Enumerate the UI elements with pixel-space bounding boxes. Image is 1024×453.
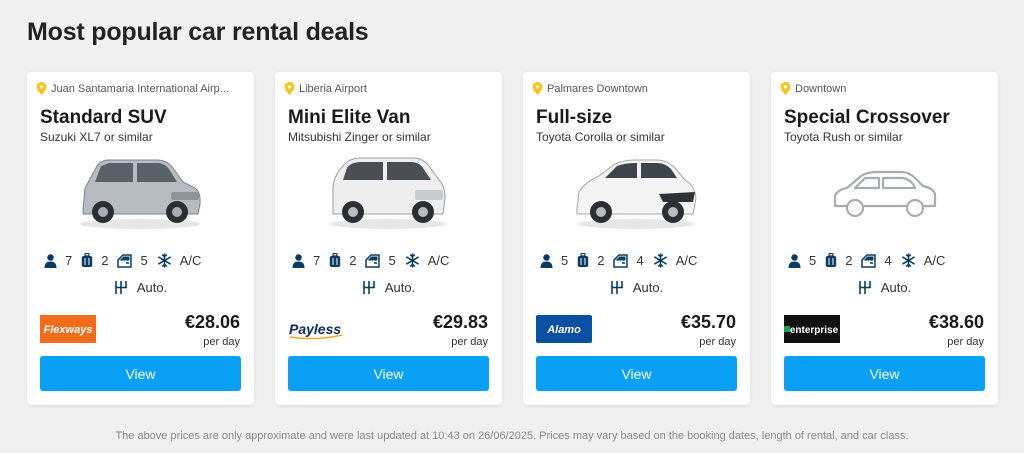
snowflake-icon xyxy=(901,253,915,268)
price-disclaimer: The above prices are only approximate an… xyxy=(115,430,909,442)
pickup-location: Downtown xyxy=(780,82,992,95)
pickup-location: Palmares Downtown xyxy=(532,82,744,95)
flexways-logo: Flexways xyxy=(40,315,96,343)
alamo-logo: Alamo xyxy=(536,315,592,343)
passenger-count: 7 xyxy=(65,253,73,268)
door-count: 5 xyxy=(140,253,148,268)
door-count: 4 xyxy=(636,253,644,268)
deal-card[interactable]: Downtown Special Crossover Toyota Rush o… xyxy=(771,72,998,405)
passenger-icon xyxy=(44,253,57,268)
bag-count: 2 xyxy=(349,253,357,268)
car-model: Mitsubishi Zinger or similar xyxy=(288,130,431,144)
door-icon xyxy=(365,253,381,268)
deal-card[interactable]: Juan Santamaria International Airp... St… xyxy=(27,72,254,405)
door-count: 5 xyxy=(388,253,396,268)
door-icon xyxy=(861,253,877,268)
view-button[interactable]: View xyxy=(536,356,737,391)
door-count: 4 xyxy=(884,253,892,268)
ac-label: A/C xyxy=(923,253,946,268)
svg-text:Alamo: Alamo xyxy=(546,324,581,336)
luggage-icon xyxy=(826,253,837,267)
car-category: Standard SUV xyxy=(40,107,167,128)
car-specs: 7 2 5 A/C xyxy=(44,253,210,268)
car-specs: 5 2 4 A/C xyxy=(540,253,706,268)
price-unit: per day xyxy=(699,336,736,348)
pickup-location: Juan Santamaria International Airp... xyxy=(36,82,248,95)
location-label: Juan Santamaria International Airp... xyxy=(51,82,229,95)
transmission-label: Auto. xyxy=(880,280,912,295)
svg-text:Flexways: Flexways xyxy=(44,324,93,336)
price-unit: per day xyxy=(451,336,488,348)
bag-count: 2 xyxy=(101,253,109,268)
svg-text:Payless: Payless xyxy=(289,321,341,337)
transmission: Auto. xyxy=(771,280,998,295)
white-van-photo xyxy=(330,157,446,229)
door-icon xyxy=(613,253,629,268)
view-button[interactable]: View xyxy=(288,356,489,391)
transmission-label: Auto. xyxy=(136,280,168,295)
passenger-icon xyxy=(540,253,553,268)
snowflake-icon xyxy=(405,253,419,268)
car-specs: 7 2 5 A/C xyxy=(292,253,458,268)
car-category: Full-size xyxy=(536,107,613,128)
gearshift-icon xyxy=(115,280,127,295)
passenger-icon xyxy=(292,253,305,268)
luggage-icon xyxy=(82,253,93,267)
snowflake-icon xyxy=(157,253,171,268)
view-button[interactable]: View xyxy=(784,356,985,391)
location-label: Palmares Downtown xyxy=(547,82,648,95)
gearshift-icon xyxy=(363,280,375,295)
car-model: Toyota Corolla or similar xyxy=(536,130,665,144)
ac-label: A/C xyxy=(675,253,698,268)
transmission: Auto. xyxy=(275,280,502,295)
location-pin-icon xyxy=(36,82,47,95)
luggage-icon xyxy=(578,253,589,267)
transmission: Auto. xyxy=(523,280,750,295)
white-hatchback-photo xyxy=(576,159,697,229)
car-outline-icon xyxy=(833,170,937,218)
deal-card[interactable]: Palmares Downtown Full-size Toyota Corol… xyxy=(523,72,750,405)
car-model: Suzuki XL7 or similar xyxy=(40,130,153,144)
enterprise-logo: enterprise xyxy=(784,315,840,343)
location-pin-icon xyxy=(284,82,295,95)
location-label: Downtown xyxy=(795,82,847,95)
view-button[interactable]: View xyxy=(40,356,241,391)
luggage-icon xyxy=(330,253,341,267)
gearshift-icon xyxy=(611,280,623,295)
gearshift-icon xyxy=(859,280,871,295)
door-icon xyxy=(117,253,133,268)
transmission-label: Auto. xyxy=(384,280,416,295)
passenger-icon xyxy=(788,253,801,268)
car-category: Mini Elite Van xyxy=(288,107,411,128)
price-amount: €29.83 xyxy=(432,312,488,332)
price-unit: per day xyxy=(947,336,984,348)
car-specs: 5 2 4 A/C xyxy=(788,253,954,268)
pickup-location: Liberia Airport xyxy=(284,82,496,95)
deal-card[interactable]: Liberia Airport Mini Elite Van Mitsubish… xyxy=(275,72,502,405)
silver-suv-photo xyxy=(80,159,201,229)
location-label: Liberia Airport xyxy=(299,82,367,95)
payless-logo: Payless xyxy=(289,321,343,340)
price-amount: €38.60 xyxy=(928,312,984,332)
price-amount: €28.06 xyxy=(184,312,240,332)
ac-label: A/C xyxy=(179,253,202,268)
transmission: Auto. xyxy=(27,280,254,295)
price-unit: per day xyxy=(203,336,240,348)
price-amount: €35.70 xyxy=(680,312,736,332)
deal-cards: Juan Santamaria International Airp... St… xyxy=(27,72,998,405)
car-category: Special Crossover xyxy=(784,107,950,128)
transmission-label: Auto. xyxy=(632,280,664,295)
ac-label: A/C xyxy=(427,253,450,268)
passenger-count: 7 xyxy=(313,253,321,268)
bag-count: 2 xyxy=(597,253,605,268)
snowflake-icon xyxy=(653,253,667,268)
passenger-count: 5 xyxy=(809,253,817,268)
car-model: Toyota Rush or similar xyxy=(784,130,903,144)
bag-count: 2 xyxy=(845,253,853,268)
location-pin-icon xyxy=(532,82,543,95)
svg-text:enterprise: enterprise xyxy=(790,325,839,336)
passenger-count: 5 xyxy=(561,253,569,268)
location-pin-icon xyxy=(780,82,791,95)
page-title: Most popular car rental deals xyxy=(27,18,369,46)
